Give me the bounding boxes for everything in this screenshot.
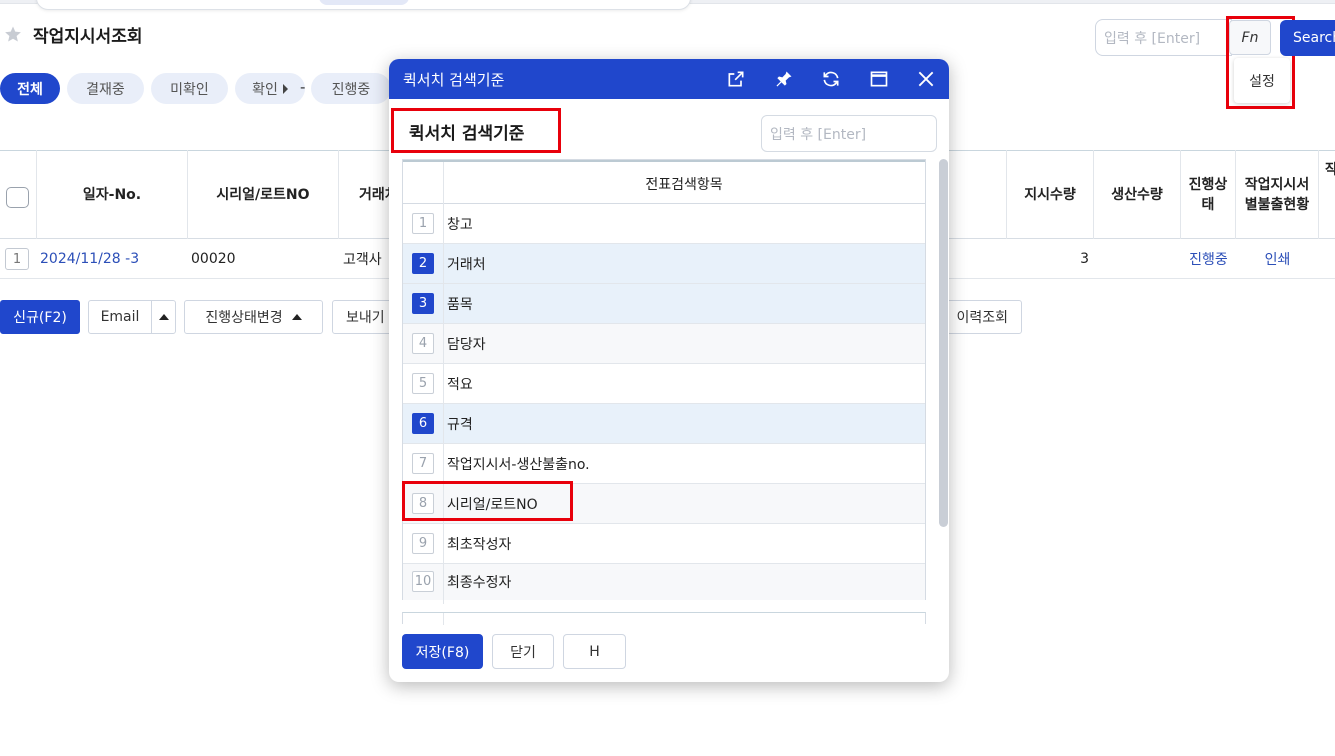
filter-dash: - bbox=[300, 78, 306, 96]
grid-header-cut[interactable]: 작 bbox=[1319, 150, 1335, 239]
row-number-badge[interactable]: 2 bbox=[412, 253, 434, 274]
save-button[interactable]: 저장(F8) bbox=[402, 634, 483, 669]
caret-right-icon bbox=[282, 83, 288, 94]
h-button[interactable]: H bbox=[563, 634, 626, 669]
row-number-badge[interactable]: 5 bbox=[412, 373, 434, 394]
second-table bbox=[402, 612, 926, 625]
criteria-label: 담당자 bbox=[447, 337, 486, 353]
fn-menu-settings[interactable]: 설정 bbox=[1234, 58, 1290, 103]
email-dropdown-button[interactable] bbox=[151, 300, 176, 334]
row-number-badge[interactable]: 3 bbox=[412, 293, 434, 314]
criteria-label: 최종수정자 bbox=[447, 575, 512, 591]
maximize-icon[interactable] bbox=[869, 69, 889, 89]
dialog-title: 퀵서치 검색기준 bbox=[403, 71, 505, 89]
search-input[interactable]: 입력 후 [Enter] bbox=[1095, 19, 1232, 56]
row-number-badge[interactable]: 1 bbox=[412, 213, 434, 234]
criteria-row-6[interactable]: 6 규격 bbox=[403, 404, 925, 444]
close-icon[interactable] bbox=[916, 69, 936, 89]
filter-unconfirmed[interactable]: 미확인 bbox=[151, 73, 228, 104]
refresh-icon[interactable] bbox=[821, 69, 841, 89]
row-date-no-link[interactable]: 2024/11/28 -3 bbox=[40, 239, 139, 279]
criteria-row-3[interactable]: 3 품목 bbox=[403, 284, 925, 324]
scrollbar[interactable] bbox=[939, 159, 948, 527]
grid-header-produced-qty[interactable]: 생산수량 bbox=[1094, 150, 1181, 239]
row-print-link[interactable]: 인쇄 bbox=[1236, 239, 1319, 279]
grid-header-order-qty[interactable]: 지시수량 bbox=[1006, 150, 1094, 239]
quick-search-dialog: 퀵서치 검색기준 퀵서치 검색기준 입력 후 [Enter] 전표검색항목 1창… bbox=[389, 59, 949, 682]
highlight-heading-box bbox=[391, 108, 561, 153]
row-number-badge[interactable]: 6 bbox=[412, 413, 434, 434]
criteria-label: 품목 bbox=[447, 297, 473, 313]
row-status-link[interactable]: 진행중 bbox=[1181, 239, 1236, 279]
criteria-row-7[interactable]: 7 작업지시서-생산불출no. bbox=[403, 444, 925, 484]
email-button[interactable]: Email bbox=[88, 300, 152, 334]
open-new-window-icon[interactable] bbox=[726, 69, 746, 89]
criteria-row-2[interactable]: 2 거래처 bbox=[403, 244, 925, 284]
grid-header-serial[interactable]: 시리얼/로트NO bbox=[188, 150, 339, 239]
new-button[interactable]: 신규(F2) bbox=[0, 300, 80, 334]
criteria-row-9[interactable]: 9 최초작성자 bbox=[403, 524, 925, 564]
row-number-badge[interactable]: 10 bbox=[412, 571, 434, 592]
table-header: 전표검색항목 bbox=[403, 160, 925, 206]
criteria-row-10[interactable]: 10 최종수정자 bbox=[403, 564, 925, 604]
grid-header-date-no[interactable]: 일자-No. bbox=[37, 150, 188, 239]
pin-icon[interactable] bbox=[774, 69, 794, 89]
dialog-search-input[interactable]: 입력 후 [Enter] bbox=[761, 115, 937, 152]
search-button[interactable]: Search bbox=[1280, 20, 1335, 56]
row-serial: 00020 bbox=[191, 251, 236, 267]
row-number-badge[interactable]: 9 bbox=[412, 533, 434, 554]
close-button[interactable]: 닫기 bbox=[492, 634, 554, 669]
criteria-label: 규격 bbox=[447, 417, 473, 433]
filter-confirmed[interactable]: 확인 bbox=[235, 73, 305, 104]
criteria-row-5[interactable]: 5 적요 bbox=[403, 364, 925, 404]
row-number-badge[interactable]: 7 bbox=[412, 453, 434, 474]
top-panel bbox=[36, 0, 691, 10]
select-all-checkbox[interactable] bbox=[6, 187, 29, 208]
criteria-label: 창고 bbox=[447, 217, 473, 233]
search-criteria-table: 전표검색항목 1 창고 2 거래처 3 품목 4 담당자 5 적요 6 규격 7 작업지시서-… bbox=[402, 159, 926, 604]
criteria-label: 최초작성자 bbox=[447, 537, 512, 553]
filter-in-approval[interactable]: 결재중 bbox=[67, 73, 144, 104]
criteria-label: 작업지시서-생산불출no. bbox=[447, 457, 590, 473]
highlight-serial-row-box bbox=[402, 481, 573, 521]
page-title: 작업지시서조회 bbox=[33, 27, 143, 47]
caret-up-icon bbox=[291, 314, 302, 320]
criteria-row-4[interactable]: 4 담당자 bbox=[403, 324, 925, 364]
row-number: 1 bbox=[5, 248, 29, 270]
row-order-qty: 3 bbox=[1080, 251, 1089, 267]
grid-header-issue-status[interactable]: 작업지시서별불출현황 bbox=[1236, 150, 1319, 239]
column-header-search-item[interactable]: 전표검색항목 bbox=[443, 162, 925, 206]
criteria-row-1[interactable]: 1 창고 bbox=[403, 204, 925, 244]
caret-up-icon bbox=[158, 314, 169, 320]
row-number-badge[interactable]: 4 bbox=[412, 333, 434, 354]
filter-in-progress[interactable]: 진행중 bbox=[311, 73, 391, 104]
criteria-label: 적요 bbox=[447, 377, 473, 393]
top-panel-tab[interactable] bbox=[319, 0, 409, 5]
criteria-label: 거래처 bbox=[447, 257, 486, 273]
status-change-button[interactable]: 진행상태변경 bbox=[184, 300, 323, 334]
grid-header-status[interactable]: 진행상태 bbox=[1181, 150, 1236, 239]
favorite-star-icon[interactable] bbox=[4, 25, 22, 43]
filter-all[interactable]: 전체 bbox=[0, 73, 60, 104]
row-client: 고객사 bbox=[343, 252, 382, 268]
dialog-title-bar[interactable]: 퀵서치 검색기준 bbox=[389, 59, 949, 99]
